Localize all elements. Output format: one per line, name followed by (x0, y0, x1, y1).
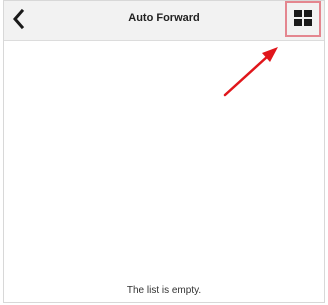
grid-view-button[interactable] (293, 8, 313, 28)
page-title: Auto Forward (128, 12, 200, 24)
empty-list-message: The list is empty. (126, 285, 202, 296)
grid-view-icon (294, 10, 312, 26)
annotation-arrow (223, 47, 278, 97)
app-window: Auto Forward The list is empty. (3, 0, 325, 303)
top-bar: Auto Forward (4, 1, 324, 41)
